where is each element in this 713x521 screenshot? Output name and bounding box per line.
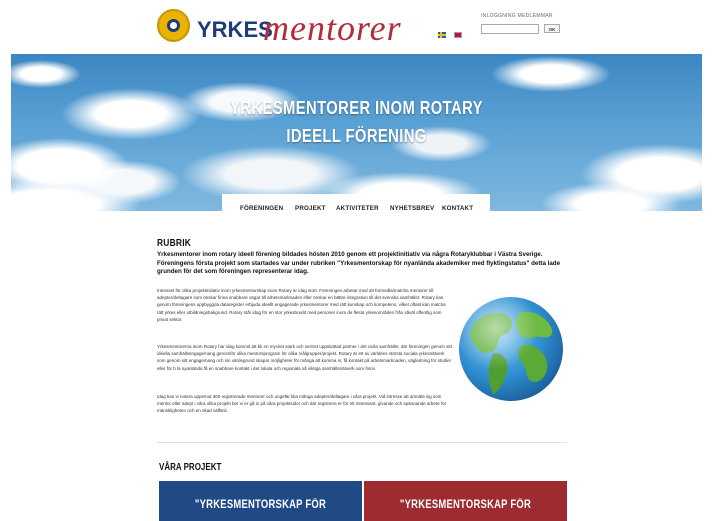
- main-nav: FÖRENINGEN PROJEKT AKTIVITETER NYHETSBRE…: [222, 194, 490, 224]
- body-paragraph-3: Idag kan vi notera uppemot 300 registrer…: [157, 394, 447, 414]
- site-logo[interactable]: YRKES mentorer: [157, 8, 417, 48]
- nav-item-foreningen[interactable]: FÖRENINGEN: [240, 205, 283, 212]
- nav-item-kontakt[interactable]: KONTAKT: [442, 205, 473, 212]
- login-ok-button[interactable]: OK: [544, 24, 560, 33]
- body-paragraph-2: Yrkesmentorerna inom Rotary har idag kom…: [157, 344, 452, 371]
- rotary-wheel-icon: [157, 9, 190, 42]
- lead-text: Yrkesmentorer inom rotary ideell förenin…: [157, 251, 561, 276]
- project-card-2[interactable]: "YRKESMENTORSKAP FÖR: [364, 481, 567, 521]
- nav-item-projekt[interactable]: PROJEKT: [295, 205, 326, 212]
- site-header: YRKES mentorer INLOGGNING MEDLEMMAR OK: [0, 0, 713, 52]
- page-heading: RUBRIK: [157, 237, 192, 249]
- login-input[interactable]: [481, 24, 539, 34]
- hero-title-line-2: IDEELL FÖRENING: [286, 126, 427, 146]
- hero-title-line-1: YRKESMENTORER INOM ROTARY: [230, 98, 483, 118]
- nav-item-nyhetsbrev[interactable]: NYHETSBREV: [390, 205, 434, 212]
- logo-word-yrkes: YRKES: [197, 17, 273, 42]
- globe-icon: [459, 297, 563, 401]
- hero-banner: YRKESMENTORER INOM ROTARY IDEELL FÖRENIN…: [11, 54, 702, 211]
- section-divider: [157, 442, 567, 443]
- british-flag-icon[interactable]: [454, 32, 463, 38]
- nav-item-aktiviteter[interactable]: AKTIVITETER: [336, 205, 379, 212]
- projects-heading: VÅRA PROJEKT: [159, 462, 222, 473]
- body-paragraph-1: Intresset för olika projektinitiativ ino…: [157, 288, 446, 322]
- project-card-1-title: "YRKESMENTORSKAP FÖR: [194, 499, 327, 511]
- member-login: INLOGGNING MEDLEMMAR OK: [481, 13, 560, 34]
- logo-word-mentorer: mentorer: [263, 8, 402, 48]
- login-label: INLOGGNING MEDLEMMAR: [481, 13, 553, 19]
- swedish-flag-icon[interactable]: [438, 32, 446, 38]
- project-card-2-title: "YRKESMENTORSKAP FÖR: [399, 499, 532, 511]
- language-switcher: [438, 25, 466, 43]
- project-card-1[interactable]: "YRKESMENTORSKAP FÖR: [159, 481, 362, 521]
